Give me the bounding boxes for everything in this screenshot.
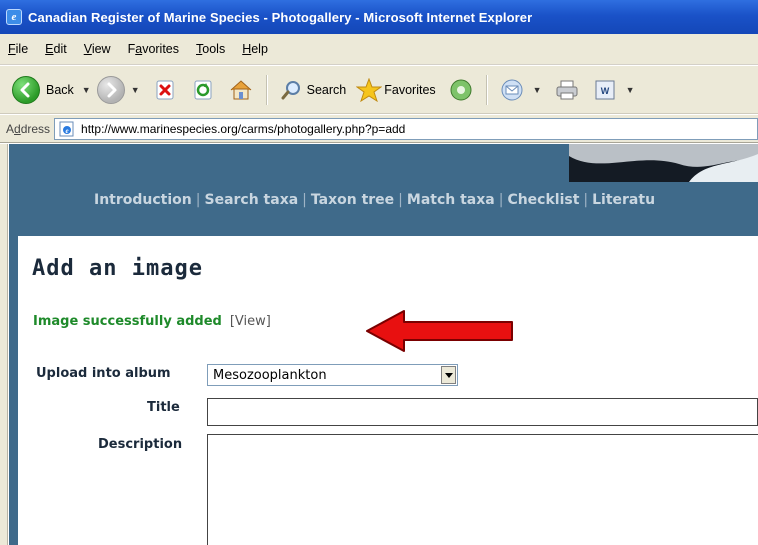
toolbar-separator	[265, 74, 267, 105]
back-arrow-icon	[20, 82, 30, 97]
window-title-bar: e Canadian Register of Marine Species - …	[0, 0, 758, 34]
description-label: Description	[98, 437, 183, 452]
forward-arrow-icon	[107, 82, 117, 97]
refresh-button[interactable]	[190, 77, 216, 103]
stop-button[interactable]	[152, 77, 178, 103]
toolbar: Back ▼ ▼ Search Favorites ▼ W ▼	[0, 66, 758, 114]
window-left-border	[0, 144, 8, 545]
site-nav: Introduction | Search taxa | Taxon tree | Matc…	[9, 192, 758, 208]
home-icon	[230, 79, 251, 99]
site-banner: Introduction | Search taxa | Taxon tree | Matc…	[9, 144, 758, 236]
printer-icon	[556, 80, 578, 99]
nav-search-taxa[interactable]: Search taxa	[204, 192, 298, 208]
nav-checklist[interactable]: Checklist	[507, 192, 579, 208]
search-button-icon-wrap[interactable]	[279, 77, 305, 103]
chevron-down-icon[interactable]	[441, 366, 456, 384]
address-bar: Address e http://www.marinespecies.org/c…	[0, 115, 758, 143]
menu-tools[interactable]: Tools	[196, 42, 225, 56]
page-title: Add an image	[32, 256, 203, 281]
title-label: Title	[147, 400, 180, 415]
menu-file[interactable]: File	[8, 42, 28, 56]
menu-bar: File Edit View Favorites Tools Help	[0, 34, 758, 65]
print-button[interactable]	[554, 77, 580, 103]
title-input[interactable]	[207, 398, 758, 426]
svg-text:W: W	[600, 86, 609, 96]
mail-dropdown-icon[interactable]: ▼	[533, 85, 542, 95]
mail-icon	[501, 79, 523, 100]
view-link[interactable]: [View]	[230, 314, 271, 329]
window-title: Canadian Register of Marine Species - Ph…	[28, 9, 533, 25]
stop-icon	[156, 80, 174, 99]
back-dropdown-icon[interactable]: ▼	[82, 85, 91, 95]
home-button[interactable]	[228, 77, 254, 103]
forward-button[interactable]	[96, 75, 125, 104]
internet-explorer-icon: e	[6, 9, 22, 25]
album-label: Upload into album	[36, 366, 171, 381]
success-notice: Image successfully added [View]	[33, 314, 271, 329]
address-input[interactable]: e http://www.marinespecies.org/carms/pho…	[54, 117, 758, 140]
star-icon	[356, 77, 383, 102]
media-icon	[450, 79, 472, 100]
nav-taxon-tree[interactable]: Taxon tree	[311, 192, 394, 208]
address-label: Address	[6, 121, 51, 136]
toolbar-separator-2	[485, 74, 487, 105]
search-icon	[281, 80, 300, 99]
mail-button[interactable]	[499, 77, 525, 103]
album-select[interactable]: Mesozooplankton	[207, 364, 458, 386]
edit-button[interactable]: W	[592, 77, 618, 103]
banner-logo-image	[569, 144, 758, 182]
forward-dropdown-icon[interactable]: ▼	[131, 85, 140, 95]
menu-help[interactable]: Help	[242, 42, 268, 56]
nav-separator: |	[498, 192, 504, 208]
search-button-label[interactable]: Search	[307, 83, 347, 97]
menu-view[interactable]: View	[84, 42, 111, 56]
nav-match-taxa[interactable]: Match taxa	[407, 192, 495, 208]
menu-favorites[interactable]: Favorites	[128, 42, 179, 56]
success-message: Image successfully added	[33, 314, 222, 329]
nav-introduction[interactable]: Introduction	[94, 192, 192, 208]
nav-separator: |	[195, 192, 201, 208]
menu-edit[interactable]: Edit	[45, 42, 67, 56]
favorites-button-icon-wrap[interactable]	[356, 77, 383, 103]
page-icon: e	[59, 121, 74, 136]
page-viewport: Introduction | Search taxa | Taxon tree | Matc…	[0, 144, 758, 545]
edit-dropdown-icon[interactable]: ▼	[626, 85, 635, 95]
nav-separator: |	[302, 192, 307, 208]
refresh-icon	[194, 80, 212, 99]
description-textarea[interactable]	[207, 434, 758, 545]
nav-separator: |	[583, 192, 589, 208]
back-button[interactable]	[12, 75, 40, 104]
address-url: http://www.marinespecies.org/carms/photo…	[81, 121, 406, 136]
back-label[interactable]: Back	[46, 83, 74, 97]
svg-text:e: e	[65, 127, 68, 135]
nav-separator: |	[398, 192, 403, 208]
media-button[interactable]	[448, 77, 474, 103]
favorites-button-label[interactable]: Favorites	[384, 83, 435, 97]
album-selected-value: Mesozooplankton	[213, 367, 327, 383]
word-icon: W	[595, 80, 615, 99]
red-arrow-icon	[366, 310, 513, 352]
nav-literature[interactable]: Literatu	[592, 192, 655, 208]
